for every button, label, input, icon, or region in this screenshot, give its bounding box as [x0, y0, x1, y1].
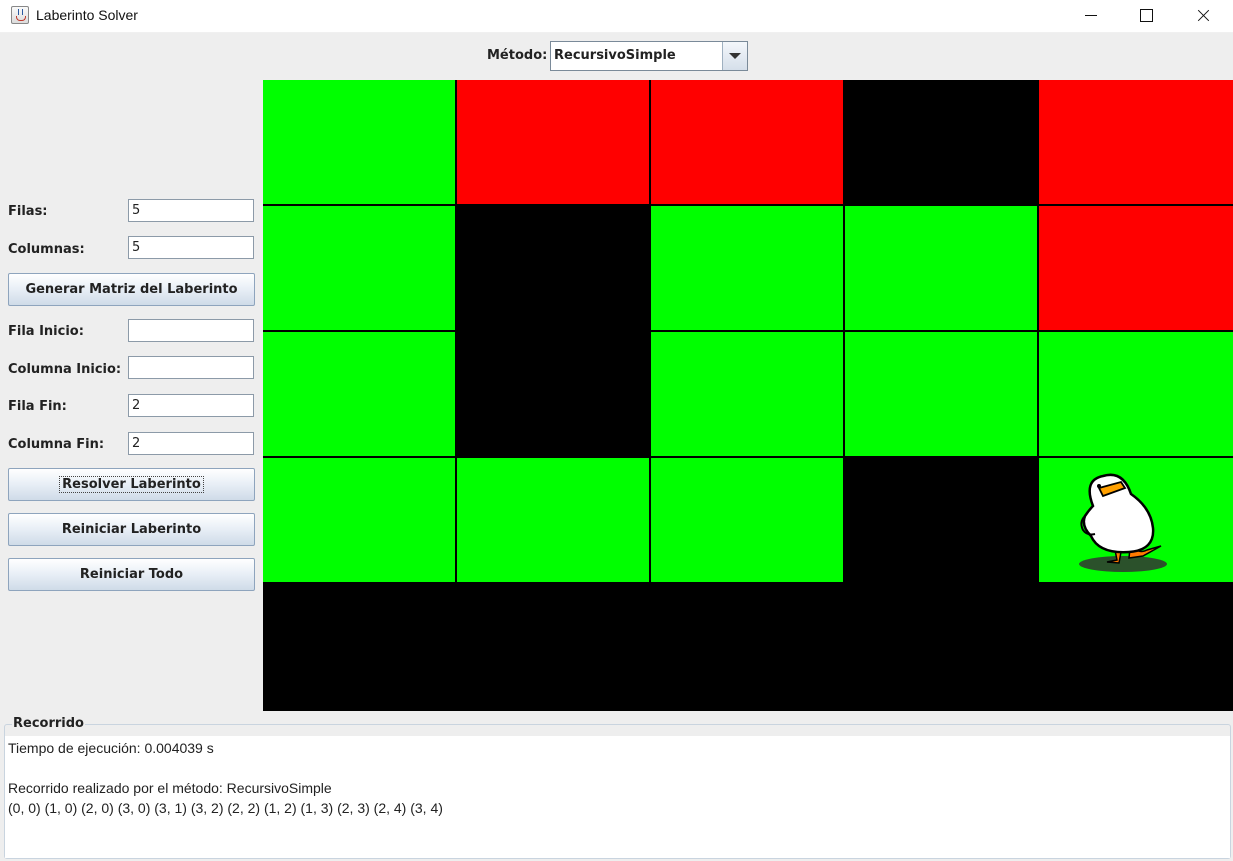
java-cup-icon	[11, 6, 29, 24]
chevron-down-icon[interactable]	[722, 42, 747, 70]
maze-cell-1-0[interactable]	[263, 206, 455, 330]
maze-cell-4-1[interactable]	[457, 584, 649, 711]
maze-cell-1-3[interactable]	[845, 206, 1037, 330]
resolver-laberinto-label: Resolver Laberinto	[59, 476, 204, 493]
fila-fin-input[interactable]	[128, 394, 254, 417]
maze-cell-2-1[interactable]	[457, 332, 649, 456]
duck-icon	[1079, 473, 1167, 572]
columna-fin-label: Columna Fin:	[8, 437, 105, 452]
close-button[interactable]	[1180, 0, 1226, 32]
maze-cell-1-4[interactable]	[1039, 206, 1233, 330]
maze-cell-3-4[interactable]	[1039, 458, 1233, 582]
maze-cell-1-2[interactable]	[651, 206, 843, 330]
maze-cell-0-0[interactable]	[263, 80, 455, 204]
generar-matriz-button[interactable]: Generar Matriz del Laberinto	[8, 273, 255, 306]
maze-cell-2-2[interactable]	[651, 332, 843, 456]
recorrido-line: (0, 0) (1, 0) (2, 0) (3, 0) (3, 1) (3, 2…	[8, 800, 443, 816]
maze-cell-4-3[interactable]	[845, 584, 1037, 711]
maze-cell-4-4[interactable]	[1039, 584, 1233, 711]
reiniciar-laberinto-button[interactable]: Reiniciar Laberinto	[8, 513, 255, 546]
maze-cell-4-2[interactable]	[651, 584, 843, 711]
maze-cell-0-1[interactable]	[457, 80, 649, 204]
recorrido-line	[8, 758, 1227, 778]
filas-input[interactable]	[128, 199, 254, 222]
fila-fin-label: Fila Fin:	[8, 399, 67, 414]
maze-cell-0-2[interactable]	[651, 80, 843, 204]
recorrido-line: Tiempo de ejecución: 0.004039 s	[8, 740, 214, 756]
columna-inicio-input[interactable]	[128, 356, 254, 379]
maze-cell-3-2[interactable]	[651, 458, 843, 582]
resolver-laberinto-button[interactable]: Resolver Laberinto	[8, 468, 255, 501]
maze-cell-3-0[interactable]	[263, 458, 455, 582]
maze-cell-3-3[interactable]	[845, 458, 1037, 582]
maze-cell-2-3[interactable]	[845, 332, 1037, 456]
minimize-button[interactable]	[1068, 0, 1114, 32]
maze-cell-3-1[interactable]	[457, 458, 649, 582]
method-select[interactable]: RecursivoSimple	[550, 41, 748, 71]
maze-cell-2-0[interactable]	[263, 332, 455, 456]
maze-cell-2-4[interactable]	[1039, 332, 1233, 456]
recorrido-line: Recorrido realizado por el método: Recur…	[8, 780, 332, 796]
window-title: Laberinto Solver	[36, 7, 138, 23]
recorrido-title: Recorrido	[12, 716, 85, 731]
maze-cell-0-4[interactable]	[1039, 80, 1233, 204]
reiniciar-todo-button[interactable]: Reiniciar Todo	[8, 558, 255, 591]
fila-inicio-input[interactable]	[128, 319, 254, 342]
maze-cell-0-3[interactable]	[845, 80, 1037, 204]
maze-grid[interactable]	[263, 80, 1233, 711]
fila-inicio-label: Fila Inicio:	[8, 324, 84, 339]
method-label: Método:	[487, 48, 548, 63]
recorrido-textarea[interactable]: Tiempo de ejecución: 0.004039 s Recorrid…	[5, 736, 1230, 858]
method-select-value: RecursivoSimple	[554, 48, 676, 63]
filas-label: Filas:	[8, 204, 48, 219]
maze-cell-1-1[interactable]	[457, 206, 649, 330]
columna-fin-input[interactable]	[128, 432, 254, 455]
title-bar: Laberinto Solver	[0, 0, 1233, 33]
maze-cell-4-0[interactable]	[263, 584, 455, 711]
columnas-input[interactable]	[128, 236, 254, 259]
maximize-button[interactable]	[1122, 0, 1168, 32]
columna-inicio-label: Columna Inicio:	[8, 362, 122, 377]
columnas-label: Columnas:	[8, 242, 85, 257]
